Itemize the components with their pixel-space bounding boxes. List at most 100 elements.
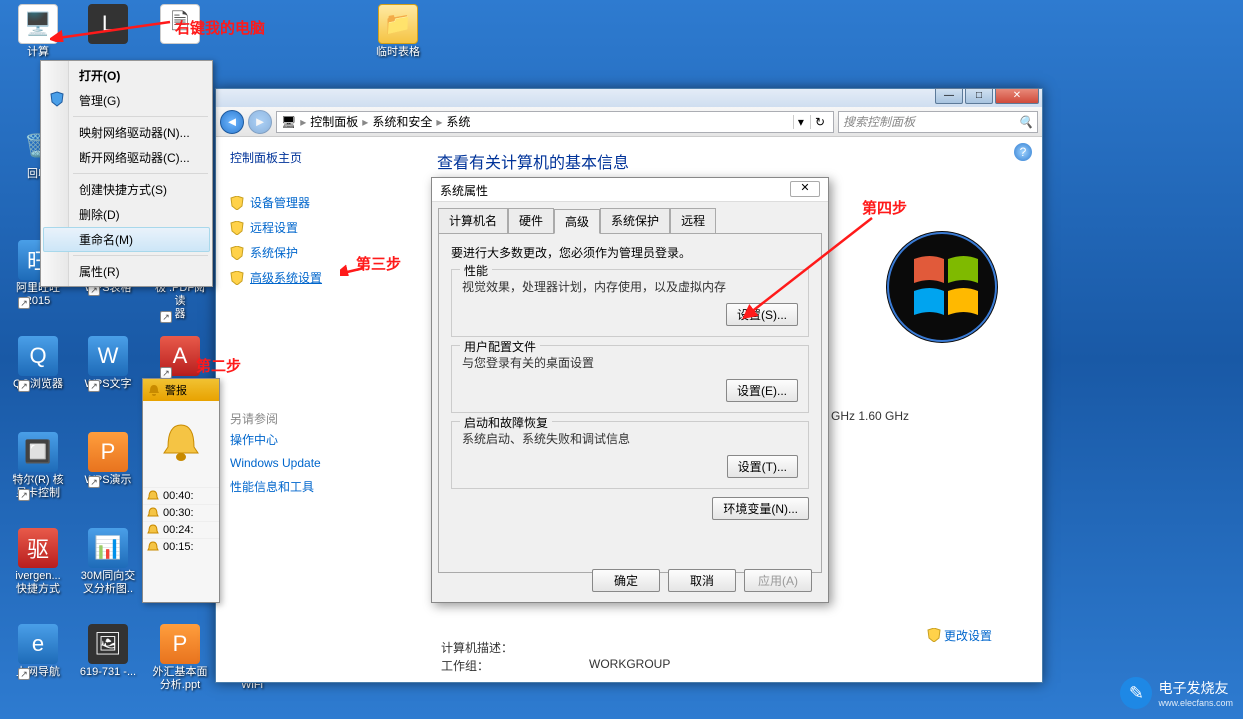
nav-forward-button[interactable]: ► — [248, 110, 272, 134]
bell-icon — [147, 383, 161, 397]
desktop-icon-sync[interactable]: 📊 30M同向交 叉分析图.. — [78, 528, 138, 596]
menu-label: 重命名(M) — [79, 233, 133, 247]
ie-icon: e — [18, 624, 58, 664]
shield-icon — [230, 221, 244, 235]
icon-label: 临时表格 — [368, 46, 428, 59]
menu-separator — [73, 173, 208, 174]
desktop-icon-forex[interactable]: P 外汇基本面 分析.ppt — [150, 624, 210, 692]
icon-label: QQ浏览器 — [8, 378, 68, 391]
menu-map-drive[interactable]: 映射网络驱动器(N)... — [43, 120, 210, 145]
startup-settings-button[interactable]: 设置(T)... — [727, 455, 798, 478]
desktop-icon-nav[interactable]: e↗ 上网导航 — [8, 624, 68, 679]
apply-button[interactable]: 应用(A) — [744, 569, 812, 592]
alarm-row[interactable]: 00:30: — [143, 504, 219, 521]
tab-computer-name[interactable]: 计算机名 — [438, 208, 508, 233]
doc-icon: 🗎 — [160, 4, 200, 44]
dialog-close-button[interactable]: ✕ — [790, 181, 820, 197]
desktop-icon-lol[interactable]: L — [78, 4, 138, 46]
menu-delete[interactable]: 删除(D) — [43, 202, 210, 227]
desktop-icon-temp[interactable]: 📁 临时表格 — [368, 4, 428, 59]
group-desc: 视觉效果，处理器计划，内存使用，以及虚拟内存 — [462, 278, 798, 295]
env-vars-button[interactable]: 环境变量(N)... — [712, 497, 809, 520]
minimize-button[interactable]: — — [935, 88, 963, 104]
alarm-row[interactable]: 00:24: — [143, 521, 219, 538]
ok-button[interactable]: 确定 — [592, 569, 660, 592]
group-title: 性能 — [460, 262, 492, 279]
menu-separator — [73, 255, 208, 256]
breadcrumb-icon: 🖥 — [281, 115, 296, 129]
ref-link-wu[interactable]: Windows Update — [230, 452, 407, 474]
desktop-icon-pdf2[interactable]: A↗ — [150, 336, 210, 378]
profile-settings-button[interactable]: 设置(E)... — [726, 379, 798, 402]
titlebar[interactable]: — □ ✕ — [216, 89, 1042, 107]
desktop-icon-intel[interactable]: 🔲↗ 特尔(R) 核 显卡控制 — [8, 432, 68, 500]
alarm-titlebar[interactable]: 警报 — [143, 379, 219, 401]
alarm-row[interactable]: 00:40: — [143, 487, 219, 504]
tab-hardware[interactable]: 硬件 — [508, 208, 554, 233]
sidebar-link-advsys[interactable]: 高级系统设置 — [230, 265, 407, 290]
breadcrumb[interactable]: 🖥 ▸ 控制面板 ▸ 系统和安全 ▸ 系统 ▾ ↻ — [276, 111, 834, 133]
see-also-label: 另请参阅 — [230, 412, 278, 426]
monitor-icon: 🖥️ — [18, 4, 58, 44]
profile-group: 用户配置文件 与您登录有关的桌面设置 设置(E)... — [451, 345, 809, 413]
desktop-icon-driver[interactable]: 驱 ivergen... 快捷方式 — [8, 528, 68, 596]
performance-group: 性能 视觉效果，处理器计划，内存使用，以及虚拟内存 设置(S)... — [451, 269, 809, 337]
workgroup-value: WORKGROUP — [589, 655, 670, 676]
cancel-button[interactable]: 取消 — [668, 569, 736, 592]
close-button[interactable]: ✕ — [995, 88, 1039, 104]
breadcrumb-item[interactable]: 控制面板 — [310, 113, 358, 130]
breadcrumb-item[interactable]: 系统 — [446, 113, 470, 130]
search-input[interactable]: 搜索控制面板 🔍 — [838, 111, 1038, 133]
menu-manage[interactable]: 管理(G) — [43, 88, 210, 113]
shortcut-arrow-icon: ↗ — [18, 489, 30, 501]
desktop-icon-computer[interactable]: 🖥️ 计算 — [8, 4, 68, 59]
icon-label: 外汇基本面 分析.ppt — [150, 666, 210, 692]
menu-label: 删除(D) — [79, 208, 120, 222]
menu-label: 打开(O) — [79, 69, 120, 83]
link-label: 更改设置 — [944, 629, 992, 643]
tab-remote[interactable]: 远程 — [670, 208, 716, 233]
tab-advanced[interactable]: 高级 — [554, 209, 600, 234]
ref-link-perf[interactable]: 性能信息和工具 — [230, 474, 407, 499]
sidebar-title: 控制面板主页 — [230, 149, 407, 166]
nav-bar: ◄ ► 🖥 ▸ 控制面板 ▸ 系统和安全 ▸ 系统 ▾ ↻ 搜索控制面板 🔍 — [216, 107, 1042, 137]
link-label: 设备管理器 — [250, 194, 310, 211]
desktop-icon-doc[interactable]: 🗎 — [150, 4, 210, 46]
menu-open[interactable]: 打开(O) — [43, 63, 210, 88]
presentation-icon: P — [88, 432, 128, 472]
menu-shortcut[interactable]: 创建快捷方式(S) — [43, 177, 210, 202]
maximize-button[interactable]: □ — [965, 88, 993, 104]
desktop-icon-619[interactable]: 🖼 619-731 -... — [78, 624, 138, 679]
chart-icon: 📊 — [88, 528, 128, 568]
tab-content: 要进行大多数更改，您必须作为管理员登录。 性能 视觉效果，处理器计划，内存使用，… — [438, 233, 822, 573]
shortcut-arrow-icon: ↗ — [18, 668, 30, 680]
help-button[interactable]: ? — [1014, 143, 1032, 161]
breadcrumb-item[interactable]: 系统和安全 — [372, 113, 432, 130]
shield-icon — [230, 246, 244, 260]
desktop-icon-wps-ppt[interactable]: P↗ WPS演示 — [78, 432, 138, 487]
ref-link-action[interactable]: 操作中心 — [230, 427, 407, 452]
menu-rename[interactable]: 重命名(M) — [43, 227, 210, 252]
menu-label: 断开网络驱动器(C)... — [79, 151, 190, 165]
browser-icon: Q — [18, 336, 58, 376]
dropdown-button[interactable]: ▾ — [793, 115, 808, 129]
desktop-icon-wps-text[interactable]: W↗ WPS文字 — [78, 336, 138, 391]
sidebar-link-remote[interactable]: 远程设置 — [230, 215, 407, 240]
change-settings-link[interactable]: 更改设置 — [927, 627, 992, 644]
bell-icon — [147, 490, 159, 502]
sidebar-link-sysprot[interactable]: 系统保护 — [230, 240, 407, 265]
refresh-button[interactable]: ↻ — [810, 115, 829, 129]
tab-system-protect[interactable]: 系统保护 — [600, 208, 670, 233]
alarm-row[interactable]: 00:15: — [143, 538, 219, 555]
tab-row: 计算机名 硬件 高级 系统保护 远程 — [432, 202, 828, 233]
desktop-icon-qqbrowser[interactable]: Q ↗ QQ浏览器 — [8, 336, 68, 391]
dialog-titlebar[interactable]: 系统属性 ✕ — [432, 178, 828, 202]
startup-group: 启动和故障恢复 系统启动、系统失败和调试信息 设置(T)... — [451, 421, 809, 489]
chevron-right-icon: ▸ — [300, 115, 306, 129]
menu-properties[interactable]: 属性(R) — [43, 259, 210, 284]
perf-settings-button[interactable]: 设置(S)... — [726, 303, 798, 326]
shortcut-arrow-icon: ↗ — [18, 380, 30, 392]
sidebar-link-devmgr[interactable]: 设备管理器 — [230, 190, 407, 215]
menu-disconnect-drive[interactable]: 断开网络驱动器(C)... — [43, 145, 210, 170]
nav-back-button[interactable]: ◄ — [220, 110, 244, 134]
